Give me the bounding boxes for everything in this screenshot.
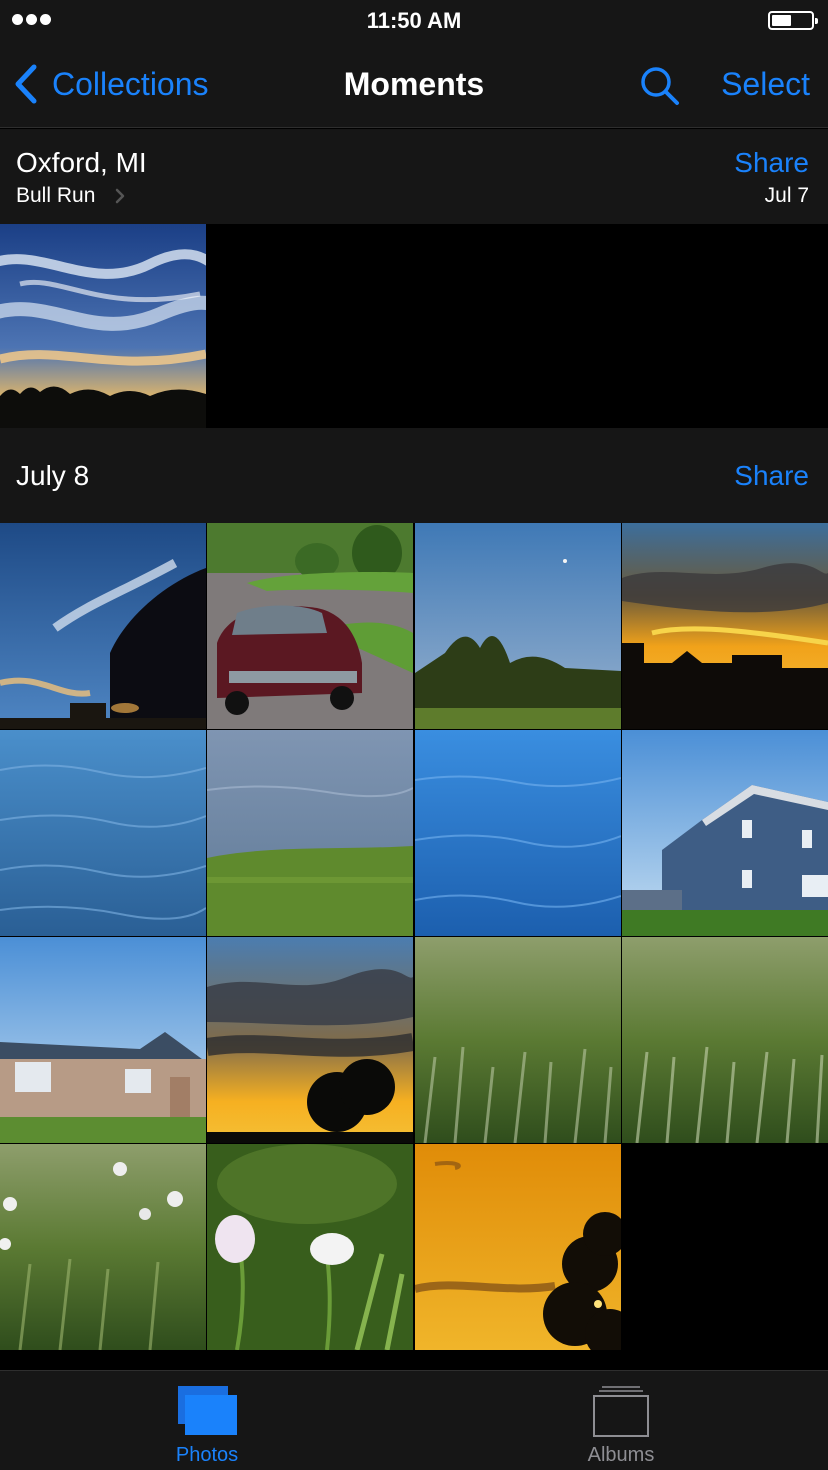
navigation-bar: Collections Moments Select [0,42,828,128]
photo-thumbnail[interactable] [207,937,413,1143]
status-bar: 11:50 AM [0,0,828,42]
tab-photos-label: Photos [175,1444,239,1466]
photo-thumbnail[interactable] [622,937,828,1143]
photo-thumbnail[interactable] [622,730,828,936]
moment-location: Oxford, MI [16,147,147,178]
tab-photos[interactable]: Photos [0,1371,414,1470]
photo-thumbnail[interactable] [207,1144,413,1350]
search-button[interactable] [638,64,682,108]
share-button[interactable]: Share [734,147,809,179]
back-button-label: Collections [52,65,209,102]
moment-header[interactable]: July 8 Share [0,428,828,523]
photo-thumbnail[interactable] [207,523,413,729]
tab-bar: Photos Albums [0,1370,828,1470]
photo-thumbnail[interactable] [0,937,206,1143]
photo-thumbnail[interactable] [0,523,206,729]
moment-sublocation: Bull Run [16,184,96,207]
search-icon [641,67,679,105]
photo-thumbnail[interactable] [207,730,413,936]
chevron-right-icon [115,188,125,204]
photo-thumbnail[interactable] [0,1144,206,1350]
share-button[interactable]: Share [734,460,809,492]
moment-date: Jul 7 [764,184,809,207]
photo-thumbnail[interactable] [415,730,621,936]
albums-tab-icon [593,1386,649,1437]
photo-thumbnail[interactable] [415,937,621,1143]
battery-icon [768,11,818,30]
tab-albums-label: Albums [587,1444,655,1466]
photo-thumbnail[interactable] [0,730,206,936]
photo-thumbnail[interactable] [622,523,828,729]
moment-header[interactable]: Oxford, MI Bull Run Share Jul 7 [0,129,828,224]
status-time: 11:50 AM [366,8,462,33]
moment-date-title: July 8 [16,460,90,491]
photo-thumbnail[interactable] [0,224,206,430]
photo-thumbnail[interactable] [415,1144,621,1350]
back-button[interactable]: Collections [14,62,209,106]
select-button[interactable]: Select [721,66,810,103]
photos-tab-icon [178,1386,237,1435]
chevron-left-icon [15,64,37,104]
photo-thumbnail[interactable] [415,523,621,729]
tab-albums[interactable]: Albums [414,1371,828,1470]
